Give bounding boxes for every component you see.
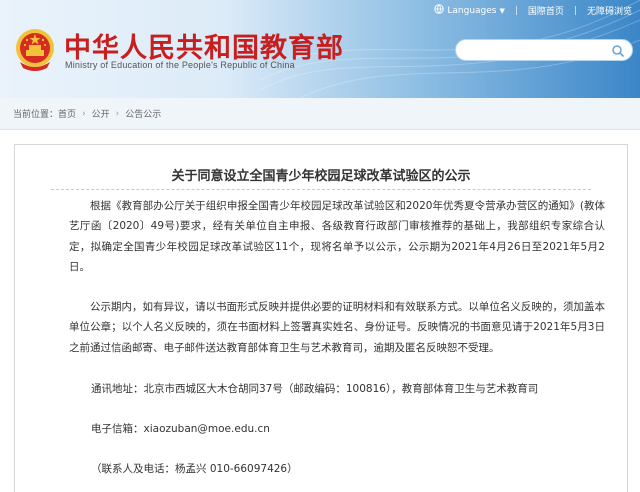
article-paragraph-1: 根据《教育部办公厅关于组织申报全国青少年校园足球改革试验区和2020年优秀夏令营… [69,200,605,273]
article-paragraph-2: 公示期内，如有异议，请以书面形式反映并提供必要的证明材料和有效联系方式。以单位名… [69,301,605,354]
breadcrumb-label: 当前位置： [13,110,59,120]
breadcrumb-announcements[interactable]: 公告公示 [125,107,161,120]
article-card: 关于同意设立全国青少年校园足球改革试验区的公示 根据《教育部办公厅关于组织申报全… [14,144,628,492]
article-title: 关于同意设立全国青少年校园足球改革试验区的公示 [171,169,471,184]
contact-person: （联系人及电话：杨孟兴 010-66097426） [91,463,298,475]
languages-dropdown[interactable]: Languages ▼ [434,4,505,17]
breadcrumb-public[interactable]: 公开 [92,107,110,120]
chevron-down-icon: ▼ [499,6,505,15]
site-header: Languages ▼ | 国際首页 | 无障碍浏览 中华人民共和国教育部 Mi… [0,0,640,98]
languages-label: Languages [447,5,497,16]
title-divider [51,189,591,190]
national-emblem-icon[interactable] [14,26,56,72]
top-links: Languages ▼ | 国際首页 | 无障碍浏览 [434,4,632,17]
search-icon[interactable] [611,43,625,58]
contact-address: 通讯地址：北京市西城区大木仓胡同37号（邮政编码：100816），教育部体育卫生… [91,383,539,395]
search-input[interactable] [455,39,633,61]
site-subtitle: Ministry of Education of the People's Re… [65,60,295,70]
contact-email: 电子信箱：xiaozuban@moe.edu.cn [91,423,270,435]
breadcrumb: 当前位置： 首页 › 公开 › 公告公示 [0,98,640,130]
accessibility-link[interactable]: 无障碍浏览 [587,4,632,17]
breadcrumb-home[interactable]: 首页 [58,107,76,120]
globe-icon [434,4,445,17]
old-site-link[interactable]: 国際首页 [528,4,564,17]
